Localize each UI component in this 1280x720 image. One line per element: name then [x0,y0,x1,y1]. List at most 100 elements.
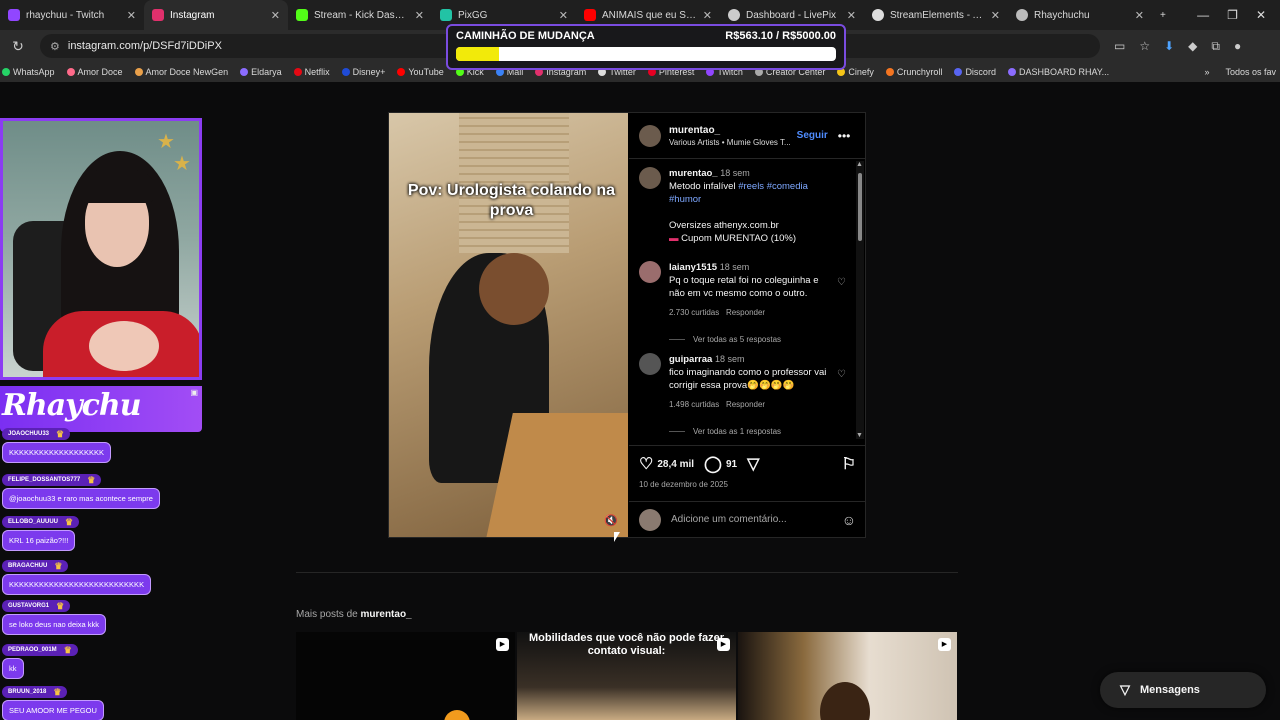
mute-icon[interactable]: 🔇 [604,514,618,527]
comment-icon[interactable]: ◯ [704,454,722,474]
author-username[interactable]: murentao_ [669,125,791,136]
close-icon[interactable]: ✕ [127,9,136,22]
bookmark-item[interactable]: Discord [954,67,996,77]
post-date: 10 de dezembro de 2025 [639,480,728,489]
close-icon[interactable]: ✕ [415,9,424,22]
extensions-puzzle-icon[interactable]: ⧉ [1211,39,1220,54]
extension-icon[interactable]: ◆ [1188,39,1197,54]
all-bookmarks-folder[interactable]: Todos os fav [1225,67,1276,77]
post-thumbnail[interactable]: ▶ [738,632,957,720]
reply-button[interactable]: Responder [726,308,765,317]
more-options-icon[interactable]: ••• [838,129,851,143]
tab-instagram[interactable]: Instagram ✕ [144,0,288,30]
maximize-icon[interactable]: ❐ [1227,8,1238,22]
avatar [639,508,661,531]
emoji-icon[interactable]: ☺ [842,512,856,528]
view-replies[interactable]: Ver todas as 1 respostas [669,425,829,438]
banner-badge-icon: ▣ [190,388,198,397]
comment-text: fico imaginando como o professor vai cor… [669,367,827,391]
bookmark-item[interactable]: WhatsApp [2,67,55,77]
more-posts-author[interactable]: murentao_ [360,609,411,620]
goal-amount: R$563.10 / R$5000.00 [725,30,836,42]
bookmark-item[interactable]: Crunchyroll [885,67,942,77]
chat-message: FELIPE_DOSSANTOS777 ♛ @joaochuu33 e raro m… [2,474,160,509]
comment-username[interactable]: guiparraa [669,354,712,365]
like-count[interactable]: 28,4 mil [657,459,694,470]
comments-scrollbar[interactable]: ▲ ▼ [856,161,864,439]
star-icon[interactable]: ☆ [1139,39,1150,54]
chat-message: JOAOCHUU33 ♛ KKKKKKKKKKKKKKKKKKK [2,428,112,463]
comment-likes[interactable]: 1.498 curtidas [669,400,719,409]
close-icon[interactable]: ✕ [271,9,280,22]
messages-button[interactable]: ▽ Mensagens [1100,672,1266,708]
goal-progress-fill [456,47,499,61]
follow-button[interactable]: Seguir [797,130,828,141]
bookmark-icon [397,68,406,76]
more-bookmarks-icon[interactable]: » [1204,67,1209,77]
tab-kick-dashboard[interactable]: Stream - Kick Dashboard ✕ [288,0,432,30]
chat-username-badge: PEDRAOO_001M ♛ [2,644,78,656]
bookmark-item[interactable]: Netflix [293,67,330,77]
cast-icon[interactable]: ▭ [1114,39,1125,54]
bookmark-item[interactable]: Amor Doce [66,67,123,77]
close-icon[interactable]: ✕ [991,9,1000,22]
tab-streamelements[interactable]: StreamElements - Activit ✕ [864,0,1008,30]
url-text: instagram.com/p/DSFd7iDDiPX [67,40,222,52]
bookmark-item[interactable]: Amor Doce NewGen [134,67,228,77]
add-comment-input[interactable]: Adicione um comentário... [671,514,842,525]
bookmark-icon[interactable]: ⚐ [842,454,856,474]
download-icon[interactable]: ⬇ [1164,39,1174,54]
comment-username[interactable]: laiany1515 [669,262,717,273]
new-tab-button[interactable]: + [1152,0,1192,30]
avatar[interactable] [639,353,661,375]
heart-icon[interactable]: ♡ [639,454,653,474]
scrollbar-thumb[interactable] [858,173,862,241]
post-thumbnail[interactable]: ▶ [296,632,515,720]
chat-username-badge: JOAOCHUU33 ♛ [2,428,71,440]
chat-message: GUSTAVORG1 ♛ se loko deus nao deixa kkk [2,600,107,635]
post-thumbnail[interactable]: Mobilidades que você não pode fazer cont… [517,632,736,720]
bookmark-item[interactable]: Eldarya [240,67,282,77]
minimize-icon[interactable]: — [1197,8,1209,22]
bookmark-icon [66,68,75,76]
comments-list: murentao_ 18 sem Metodo infalível #reels… [629,159,857,439]
scroll-down-icon[interactable]: ▼ [856,432,863,439]
donation-goal-overlay: CAMINHÃO DE MUDANÇA R$563.10 / R$5000.00 [446,24,846,70]
comment-username[interactable]: murentao_ [669,168,718,179]
bookmark-item[interactable]: Disney+ [341,67,385,77]
bookmark-icon [341,68,350,76]
livepix-icon [728,9,740,21]
chat-text: SEU AMOOR ME PEGOU [2,700,104,720]
comment-count[interactable]: 91 [726,459,737,470]
comment-likes[interactable]: 2.730 curtidas [669,308,719,317]
tab-rhaychuchu[interactable]: Rhaychuchu ✕ [1008,0,1152,30]
close-icon[interactable]: ✕ [559,9,568,22]
avatar[interactable] [639,167,661,189]
scroll-up-icon[interactable]: ▲ [856,161,863,168]
chat-text: @joaochuu33 e raro mas acontece sempre [2,488,160,509]
close-icon[interactable]: ✕ [847,9,856,22]
bookmark-item[interactable]: DASHBOARD RHAY... [1007,67,1109,77]
bookmark-item[interactable]: YouTube [397,67,444,77]
comment-like-icon[interactable]: ♡ [837,369,846,380]
bookmark-label: Netflix [304,67,330,77]
profile-avatar-icon[interactable]: ● [1234,39,1241,54]
view-replies[interactable]: Ver todas as 5 respostas [669,333,829,346]
reel-video[interactable]: Pov: Urologista colando na prova 🔇 [389,113,628,537]
reply-button[interactable]: Responder [726,400,765,409]
close-window-icon[interactable]: ✕ [1256,8,1266,22]
reload-icon[interactable]: ↻ [0,38,36,55]
close-icon[interactable]: ✕ [703,9,712,22]
avatar[interactable] [639,261,661,283]
post-header: murentao_ Various Artists • Mumie Gloves… [629,113,866,159]
comment-like-icon[interactable]: ♡ [837,277,846,288]
share-icon[interactable]: ▽ [747,454,759,474]
tab-label: rhaychuu - Twitch [26,9,105,21]
bookmarks-right: » Todos os fav [1204,62,1280,82]
plus-icon: + [1160,9,1166,21]
audio-info[interactable]: Various Artists • Mumie Gloves T... [669,138,791,147]
tab-twitch[interactable]: rhaychuu - Twitch ✕ [0,0,144,30]
site-info-icon[interactable]: ⚙ [50,40,60,53]
avatar[interactable] [639,124,661,147]
close-icon[interactable]: ✕ [1135,9,1144,22]
